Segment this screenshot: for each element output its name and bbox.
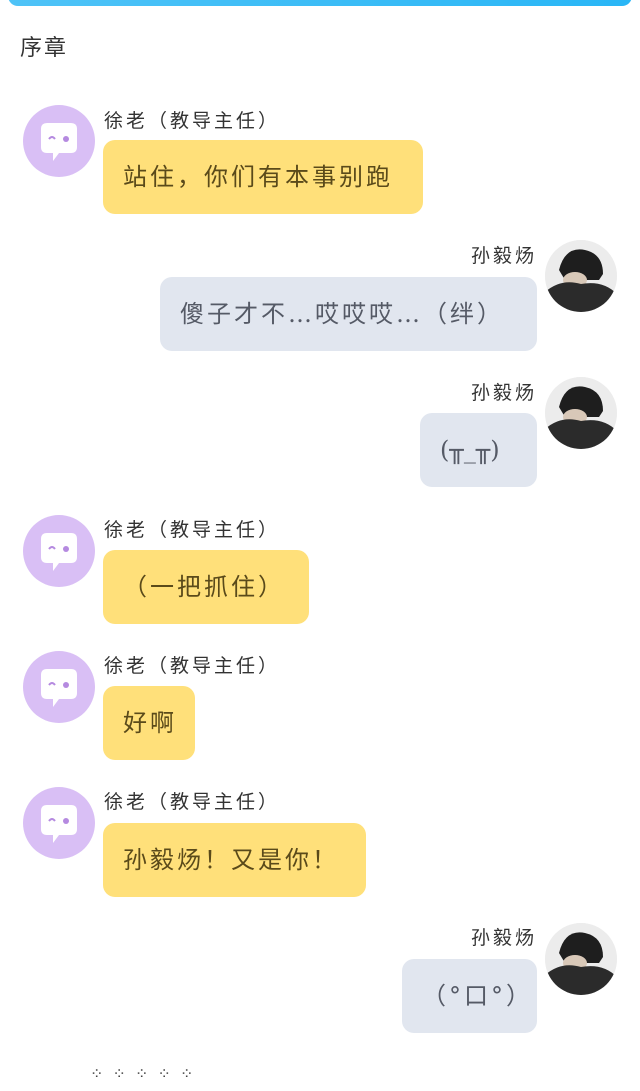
chat-bubble-face-icon (41, 123, 77, 161)
student-photo-avatar (545, 377, 617, 449)
student-avatar[interactable] (545, 240, 617, 312)
chapter-title: 序章 (20, 36, 69, 61)
sender-name: 徐老（教导主任） (104, 655, 281, 677)
sender-name: 徐老（教导主任） (104, 519, 281, 541)
student-photo-avatar (545, 923, 617, 995)
message-bubble[interactable]: (╥_╥) (420, 413, 537, 487)
student-photo-avatar (545, 240, 617, 312)
teacher-avatar[interactable] (23, 651, 95, 723)
chat-bubble-face-icon (41, 533, 77, 571)
message-bubble[interactable]: 好啊 (103, 686, 195, 760)
sender-name: 徐老（教导主任） (104, 110, 281, 132)
teacher-avatar[interactable] (23, 515, 95, 587)
sender-name: 徐老（教导主任） (104, 791, 281, 813)
top-accent-bar (8, 0, 632, 6)
teacher-avatar[interactable] (23, 787, 95, 859)
message-bubble[interactable]: 站住，你们有本事别跑 (103, 140, 423, 214)
sender-name: 孙毅炀 (470, 927, 537, 949)
message-bubble[interactable]: （一把抓住） (103, 550, 309, 624)
message-bubble[interactable]: 傻子才不…哎哎哎…（绊） (160, 277, 537, 351)
chat-bubble-face-icon (41, 805, 77, 843)
student-avatar[interactable] (545, 377, 617, 449)
student-avatar[interactable] (545, 923, 617, 995)
message-bubble[interactable]: 孙毅炀！又是你！ (103, 823, 366, 897)
chat-bubble-face-icon (41, 669, 77, 707)
sender-name: 孙毅炀 (470, 245, 537, 267)
teacher-avatar[interactable] (23, 105, 95, 177)
message-bubble[interactable]: （°口°） (402, 959, 537, 1033)
typing-indicator: ⁘ ⁘ ⁘ ⁘ ⁘ (90, 1064, 196, 1083)
sender-name: 孙毅炀 (470, 382, 537, 404)
